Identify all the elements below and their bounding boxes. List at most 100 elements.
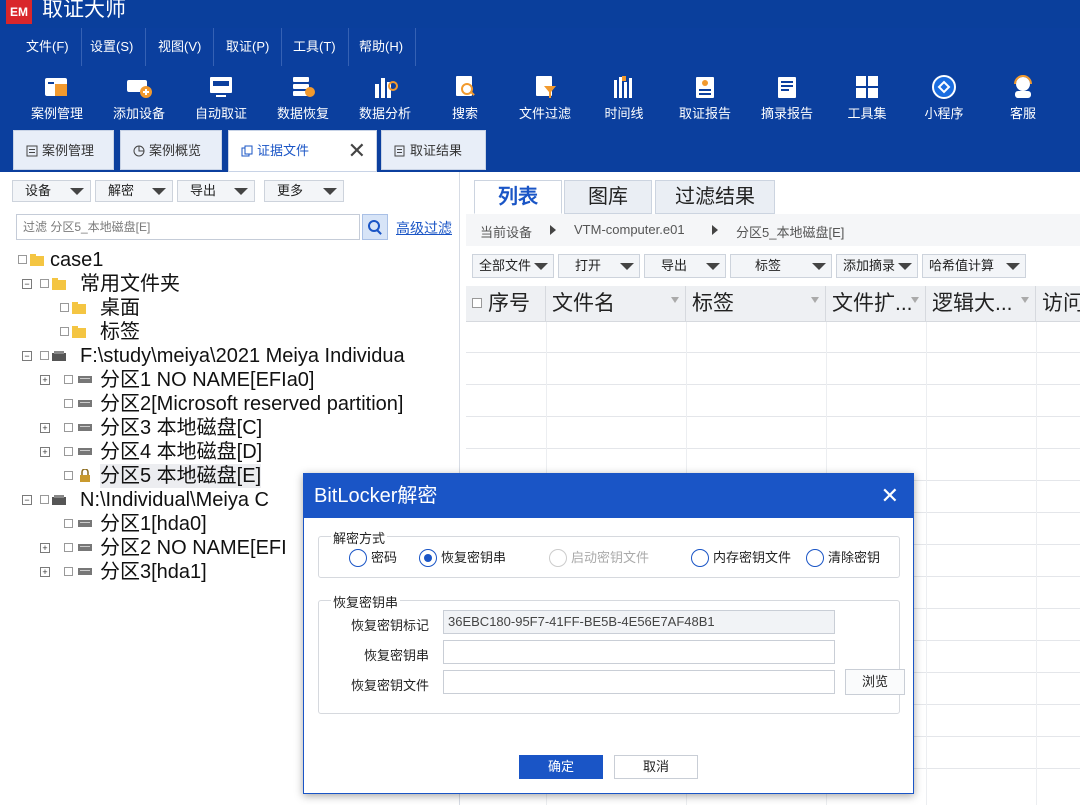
- radio-recovery-key[interactable]: 恢复密钥串: [419, 548, 506, 568]
- tool-data-recovery[interactable]: 数据恢复: [263, 66, 343, 128]
- ok-button[interactable]: 确定: [519, 755, 603, 779]
- checkbox[interactable]: [40, 351, 49, 360]
- advanced-filter-link[interactable]: 高级过滤: [396, 218, 452, 238]
- breadcrumb-item[interactable]: VTM-computer.e01: [574, 222, 685, 237]
- tag-dropdown[interactable]: 标签: [730, 254, 832, 278]
- chevron-right-icon: [550, 225, 556, 235]
- column-header-access[interactable]: 访问: [1036, 286, 1080, 322]
- close-icon[interactable]: ✕: [348, 131, 366, 171]
- radio-circle: [549, 549, 567, 567]
- menu-forensics[interactable]: 取证(P): [214, 28, 283, 66]
- drive-icon: [78, 448, 92, 455]
- customer-service-icon: [1014, 75, 1032, 98]
- checkbox[interactable]: [64, 447, 73, 456]
- menu-tools[interactable]: 工具(T): [281, 28, 349, 66]
- chevron-down-icon: [620, 263, 634, 270]
- tab-case-management[interactable]: 案例管理: [13, 130, 114, 170]
- tool-file-filter[interactable]: 文件过滤: [505, 66, 585, 128]
- menu-settings[interactable]: 设置(S): [78, 28, 147, 66]
- radio-memory-key-file[interactable]: 内存密钥文件: [691, 548, 791, 568]
- column-header-tag[interactable]: 标签: [686, 286, 826, 322]
- collapse-icon[interactable]: −: [22, 351, 32, 361]
- tool-data-analysis[interactable]: 数据分析: [345, 66, 425, 128]
- expand-icon[interactable]: +: [40, 423, 50, 433]
- checkbox[interactable]: [18, 255, 27, 264]
- column-header-index[interactable]: 序号: [466, 286, 546, 322]
- tab-case-overview[interactable]: 案例概览: [120, 130, 222, 170]
- recovery-key-label: 恢复密钥串: [363, 648, 429, 663]
- folder-icon: [30, 254, 44, 266]
- browse-button[interactable]: 浏览: [845, 669, 905, 695]
- breadcrumb-item[interactable]: 当前设备: [480, 222, 532, 241]
- tree-node-label: 分区4 本地磁盘[D]: [100, 441, 263, 463]
- tab-evidence-files[interactable]: 证据文件 ✕: [228, 130, 377, 172]
- tool-timeline[interactable]: 时间线: [584, 66, 664, 128]
- filter-input[interactable]: 过滤 分区5_本地磁盘[E]: [16, 214, 360, 240]
- recovery-key-file-input[interactable]: [443, 670, 835, 694]
- radio-label: 启动密钥文件: [571, 550, 650, 565]
- folder-icon: [72, 302, 86, 314]
- tool-toolset[interactable]: 工具集: [827, 66, 907, 128]
- checkbox[interactable]: [64, 471, 73, 480]
- tool-case-management[interactable]: 案例管理: [17, 66, 97, 128]
- tool-auto-forensics[interactable]: 自动取证: [181, 66, 261, 128]
- checkbox[interactable]: [64, 423, 73, 432]
- cancel-button[interactable]: 取消: [614, 755, 698, 779]
- select-all-checkbox[interactable]: [472, 298, 482, 308]
- checkbox[interactable]: [60, 327, 69, 336]
- tool-excerpt-report[interactable]: 摘录报告: [747, 66, 827, 128]
- menu-help[interactable]: 帮助(H): [347, 28, 417, 66]
- export-dropdown[interactable]: 导出: [644, 254, 726, 278]
- checkbox[interactable]: [40, 279, 49, 288]
- more-dropdown[interactable]: 更多: [264, 180, 344, 202]
- tab-filter-results[interactable]: 过滤结果: [655, 180, 775, 214]
- expand-icon[interactable]: +: [40, 375, 50, 385]
- chevron-down-icon: [70, 188, 84, 195]
- column-header-extension[interactable]: 文件扩...: [826, 286, 926, 322]
- radio-password[interactable]: 密码: [349, 548, 397, 568]
- checkbox[interactable]: [64, 375, 73, 384]
- checkbox[interactable]: [64, 399, 73, 408]
- tab-list[interactable]: 列表: [474, 180, 562, 214]
- checkbox[interactable]: [64, 519, 73, 528]
- device-dropdown[interactable]: 设备: [12, 180, 91, 202]
- sort-icon: [811, 297, 819, 303]
- export-dropdown[interactable]: 导出: [177, 180, 255, 202]
- expand-icon[interactable]: +: [40, 567, 50, 577]
- checkbox[interactable]: [40, 495, 49, 504]
- add-excerpt-dropdown[interactable]: 添加摘录: [836, 254, 918, 278]
- column-header-filename[interactable]: 文件名: [546, 286, 686, 322]
- hash-dropdown[interactable]: 哈希值计算: [922, 254, 1026, 278]
- row-divider: [466, 384, 1080, 385]
- open-dropdown[interactable]: 打开: [558, 254, 640, 278]
- chevron-down-icon: [323, 188, 337, 195]
- collapse-icon[interactable]: −: [22, 279, 32, 289]
- tool-mini-program[interactable]: 小程序: [904, 66, 984, 128]
- row-divider: [466, 416, 1080, 417]
- expand-icon[interactable]: +: [40, 543, 50, 553]
- breadcrumb-item[interactable]: 分区5_本地磁盘[E]: [736, 222, 844, 241]
- checkbox[interactable]: [60, 303, 69, 312]
- tool-customer-service[interactable]: 客服: [983, 66, 1063, 128]
- tab-forensic-results[interactable]: 取证结果: [381, 130, 486, 170]
- collapse-icon[interactable]: −: [22, 495, 32, 505]
- checkbox[interactable]: [64, 567, 73, 576]
- menu-view[interactable]: 视图(V): [146, 28, 215, 66]
- tool-forensic-report[interactable]: 取证报告: [665, 66, 745, 128]
- tool-add-device[interactable]: 添加设备: [99, 66, 179, 128]
- all-files-dropdown[interactable]: 全部文件: [472, 254, 554, 278]
- column-header-logical-size[interactable]: 逻辑大...: [926, 286, 1036, 322]
- search-button[interactable]: [362, 214, 388, 240]
- menu-file[interactable]: 文件(F): [14, 28, 82, 66]
- radio-startup-key-file[interactable]: 启动密钥文件: [549, 548, 649, 568]
- dropdown-label: 解密: [108, 183, 135, 198]
- radio-clear-key[interactable]: 清除密钥: [806, 548, 880, 568]
- toolbar: 案例管理 添加设备 自动取证 数据恢复 数据分析 搜索 文件过滤 时间线 取证报…: [0, 66, 1080, 128]
- expand-icon[interactable]: +: [40, 447, 50, 457]
- tool-search[interactable]: 搜索: [425, 66, 505, 128]
- tab-gallery[interactable]: 图库: [564, 180, 652, 214]
- close-icon[interactable]: ✕: [881, 474, 899, 518]
- decrypt-dropdown[interactable]: 解密: [95, 180, 173, 202]
- checkbox[interactable]: [64, 543, 73, 552]
- recovery-key-input[interactable]: [443, 640, 835, 664]
